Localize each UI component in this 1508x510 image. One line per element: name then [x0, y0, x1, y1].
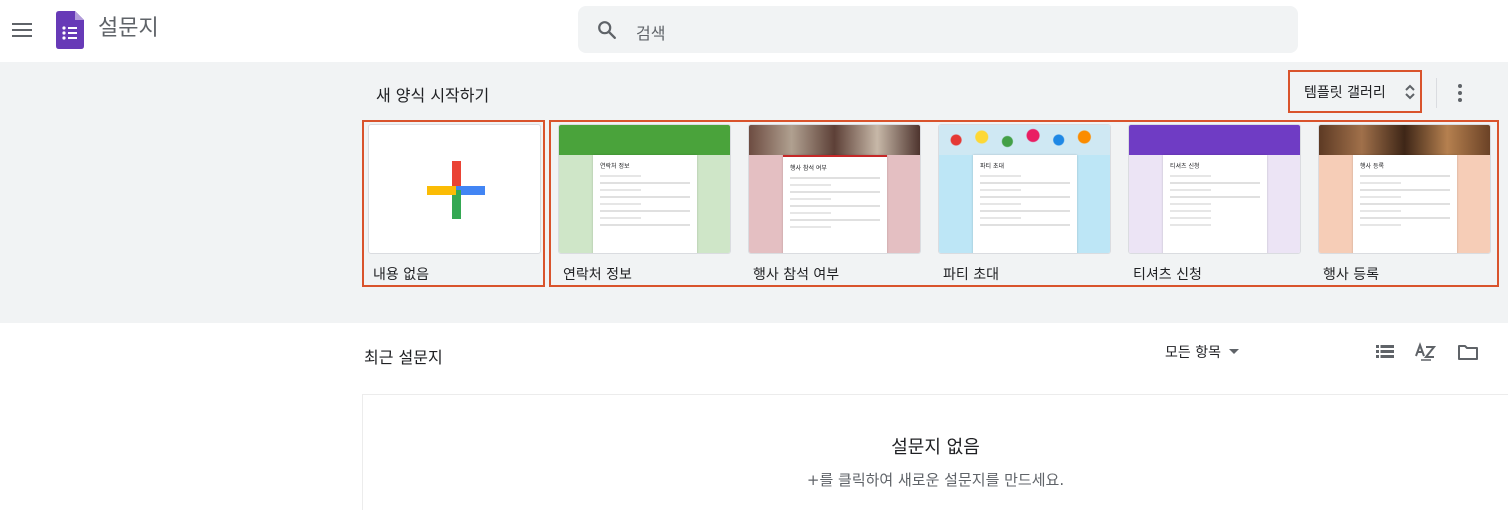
forms-logo-icon[interactable] — [56, 11, 84, 49]
blank-form-label[interactable]: 내용 없음 — [373, 264, 429, 284]
template-label[interactable]: 연락처 정보 — [563, 264, 632, 284]
empty-state-title: 설문지 없음 — [891, 437, 980, 458]
hamburger-menu-icon — [12, 23, 32, 37]
template-header-image — [1319, 125, 1490, 155]
search-icon[interactable] — [596, 19, 618, 41]
template-label[interactable]: 티셔츠 신청 — [1133, 264, 1202, 284]
top-app-bar: 설문지 검색 — [0, 0, 1508, 62]
folder-icon[interactable] — [1456, 340, 1480, 364]
search-bar[interactable]: 검색 — [578, 6, 1298, 53]
unfold-more-icon — [1405, 84, 1415, 100]
divider — [1436, 78, 1437, 108]
section-title: 새 양식 시작하기 — [376, 86, 490, 105]
template-card-contact[interactable]: 연락처 정보 — [558, 124, 731, 254]
template-gallery-section: 새 양식 시작하기 템플릿 갤러리 내용 없음 연락처 정보 연락처 정보 행사… — [0, 62, 1508, 323]
template-form-title: 파티 초대 — [980, 163, 1004, 170]
template-gallery-button[interactable]: 템플릿 갤러리 — [1288, 70, 1422, 113]
template-label[interactable]: 행사 등록 — [1323, 264, 1379, 284]
recent-forms-title: 최근 설문지 — [364, 348, 443, 367]
plus-icon — [427, 161, 485, 219]
template-label[interactable]: 행사 참석 여부 — [753, 264, 839, 284]
list-view-icon[interactable] — [1373, 340, 1397, 364]
template-header-image — [1129, 125, 1300, 155]
main-menu-button[interactable] — [6, 14, 38, 46]
template-form-title: 티셔츠 신청 — [1170, 163, 1200, 170]
more-options-icon[interactable] — [1448, 80, 1472, 106]
template-card-rsvp[interactable]: 행사 참석 여부 — [748, 124, 921, 254]
template-card-event-registration[interactable]: 행사 등록 — [1318, 124, 1491, 254]
empty-state-subtitle: +를 클릭하여 새로운 설문지를 만드세요. — [806, 471, 1065, 489]
template-gallery-label: 템플릿 갤러리 — [1304, 84, 1386, 101]
template-header-image — [559, 125, 730, 155]
sort-az-icon[interactable] — [1414, 340, 1438, 364]
template-form-title: 행사 등록 — [1360, 163, 1384, 170]
blank-form-card[interactable] — [368, 124, 541, 254]
search-input[interactable]: 검색 — [636, 20, 665, 44]
template-header-image — [939, 125, 1110, 155]
template-header-image — [749, 125, 920, 155]
template-form-preview: 파티 초대 — [973, 155, 1077, 253]
recent-forms-empty-state: 설문지 없음 +를 클릭하여 새로운 설문지를 만드세요. — [362, 394, 1508, 510]
template-card-party[interactable]: 파티 초대 — [938, 124, 1111, 254]
template-form-preview: 행사 등록 — [1353, 155, 1457, 253]
template-form-preview: 티셔츠 신청 — [1163, 155, 1267, 253]
template-form-title: 행사 참석 여부 — [790, 165, 827, 172]
app-title[interactable]: 설문지 — [98, 14, 159, 44]
template-card-tshirt[interactable]: 티셔츠 신청 — [1128, 124, 1301, 254]
template-form-preview: 연락처 정보 — [593, 155, 697, 253]
owner-filter-dropdown[interactable]: 모든 항목 — [1165, 342, 1239, 362]
template-form-preview: 행사 참석 여부 — [783, 155, 887, 253]
owner-filter-label: 모든 항목 — [1165, 345, 1221, 361]
template-label[interactable]: 파티 초대 — [943, 264, 999, 284]
dropdown-arrow-icon — [1228, 349, 1239, 354]
template-form-title: 연락처 정보 — [600, 163, 630, 170]
